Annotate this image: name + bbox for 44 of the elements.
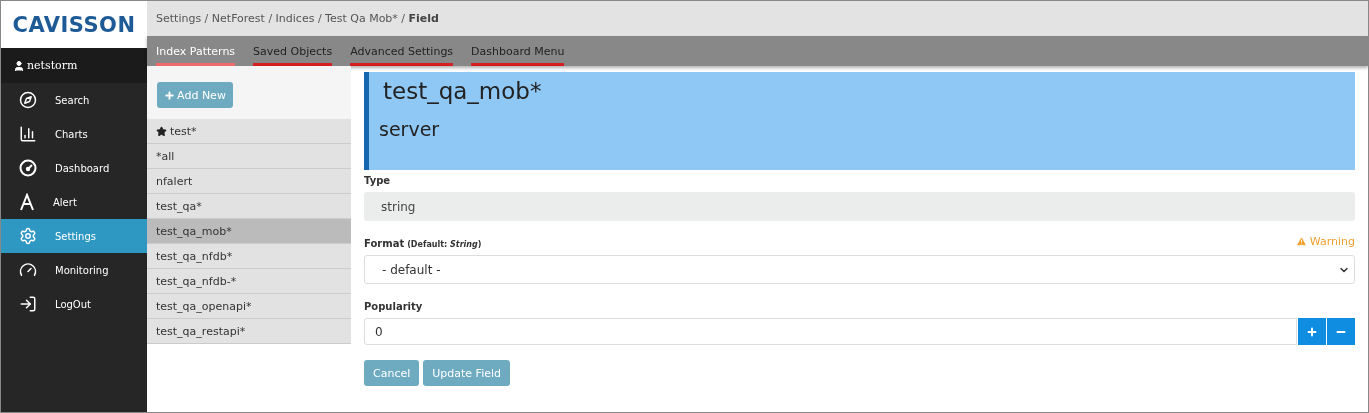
settings-icon	[19, 227, 37, 245]
index-pattern-item[interactable]: test*	[147, 119, 351, 144]
star-icon	[156, 125, 167, 137]
user-icon	[13, 59, 25, 72]
index-pattern-item[interactable]: test_qa_mob*	[147, 219, 351, 244]
header-title: test_qa_mob*	[383, 78, 543, 104]
index-pattern-item[interactable]: test_qa_nfdb*	[147, 244, 351, 269]
nav-item[interactable]: Alert	[1, 185, 147, 219]
index-pattern-item[interactable]: test_qa_nfdb-*	[147, 269, 351, 294]
format-select[interactable]: - default -	[364, 255, 1355, 284]
index-pattern-item[interactable]: test_qa*	[147, 194, 351, 219]
header-subtitle: server	[379, 118, 441, 140]
nav-item[interactable]: Search	[1, 83, 147, 117]
decrement-button[interactable]	[1326, 318, 1355, 345]
index-pattern-item[interactable]: *all	[147, 144, 351, 169]
nav-item[interactable]: Charts	[1, 117, 147, 151]
increment-button[interactable]	[1297, 318, 1326, 345]
index-pattern-item[interactable]: nfalert	[147, 169, 351, 194]
compass-icon	[19, 91, 37, 109]
field-label: Format	[364, 238, 405, 249]
tab[interactable]: Dashboard Menu	[471, 36, 565, 66]
user-name: netstorm	[27, 59, 78, 72]
tab[interactable]: Advanced Settings	[350, 36, 454, 66]
logout-icon	[19, 295, 37, 313]
popularity-field[interactable]: 0	[364, 318, 1297, 345]
nav-item[interactable]: Dashboard	[1, 151, 147, 185]
logo: CAVISSON	[12, 12, 136, 37]
index-pattern-item[interactable]: test_qa_restapi*	[147, 319, 351, 344]
warning-text: Warning	[1295, 235, 1355, 248]
plus-icon	[1306, 325, 1318, 338]
breadcrumb: Settings / NetForest / Indices / Test Qa Mob* / Field	[156, 12, 439, 25]
field-label: Type	[364, 175, 391, 186]
bar-chart-icon	[19, 125, 37, 143]
nav-item[interactable]: Monitoring	[1, 253, 147, 287]
gauge-icon	[19, 261, 37, 279]
letter-a-icon	[19, 193, 35, 211]
field-label: Popularity	[364, 301, 423, 312]
warning-icon	[1295, 236, 1307, 247]
index-pattern-item[interactable]: test_qa_openapi*	[147, 294, 351, 319]
nav-item[interactable]: LogOut	[1, 287, 147, 321]
plus-icon	[164, 89, 176, 101]
type-field: string	[364, 192, 1355, 221]
field-hint: (Default: String)	[407, 240, 482, 249]
dashboard-icon	[19, 159, 37, 177]
